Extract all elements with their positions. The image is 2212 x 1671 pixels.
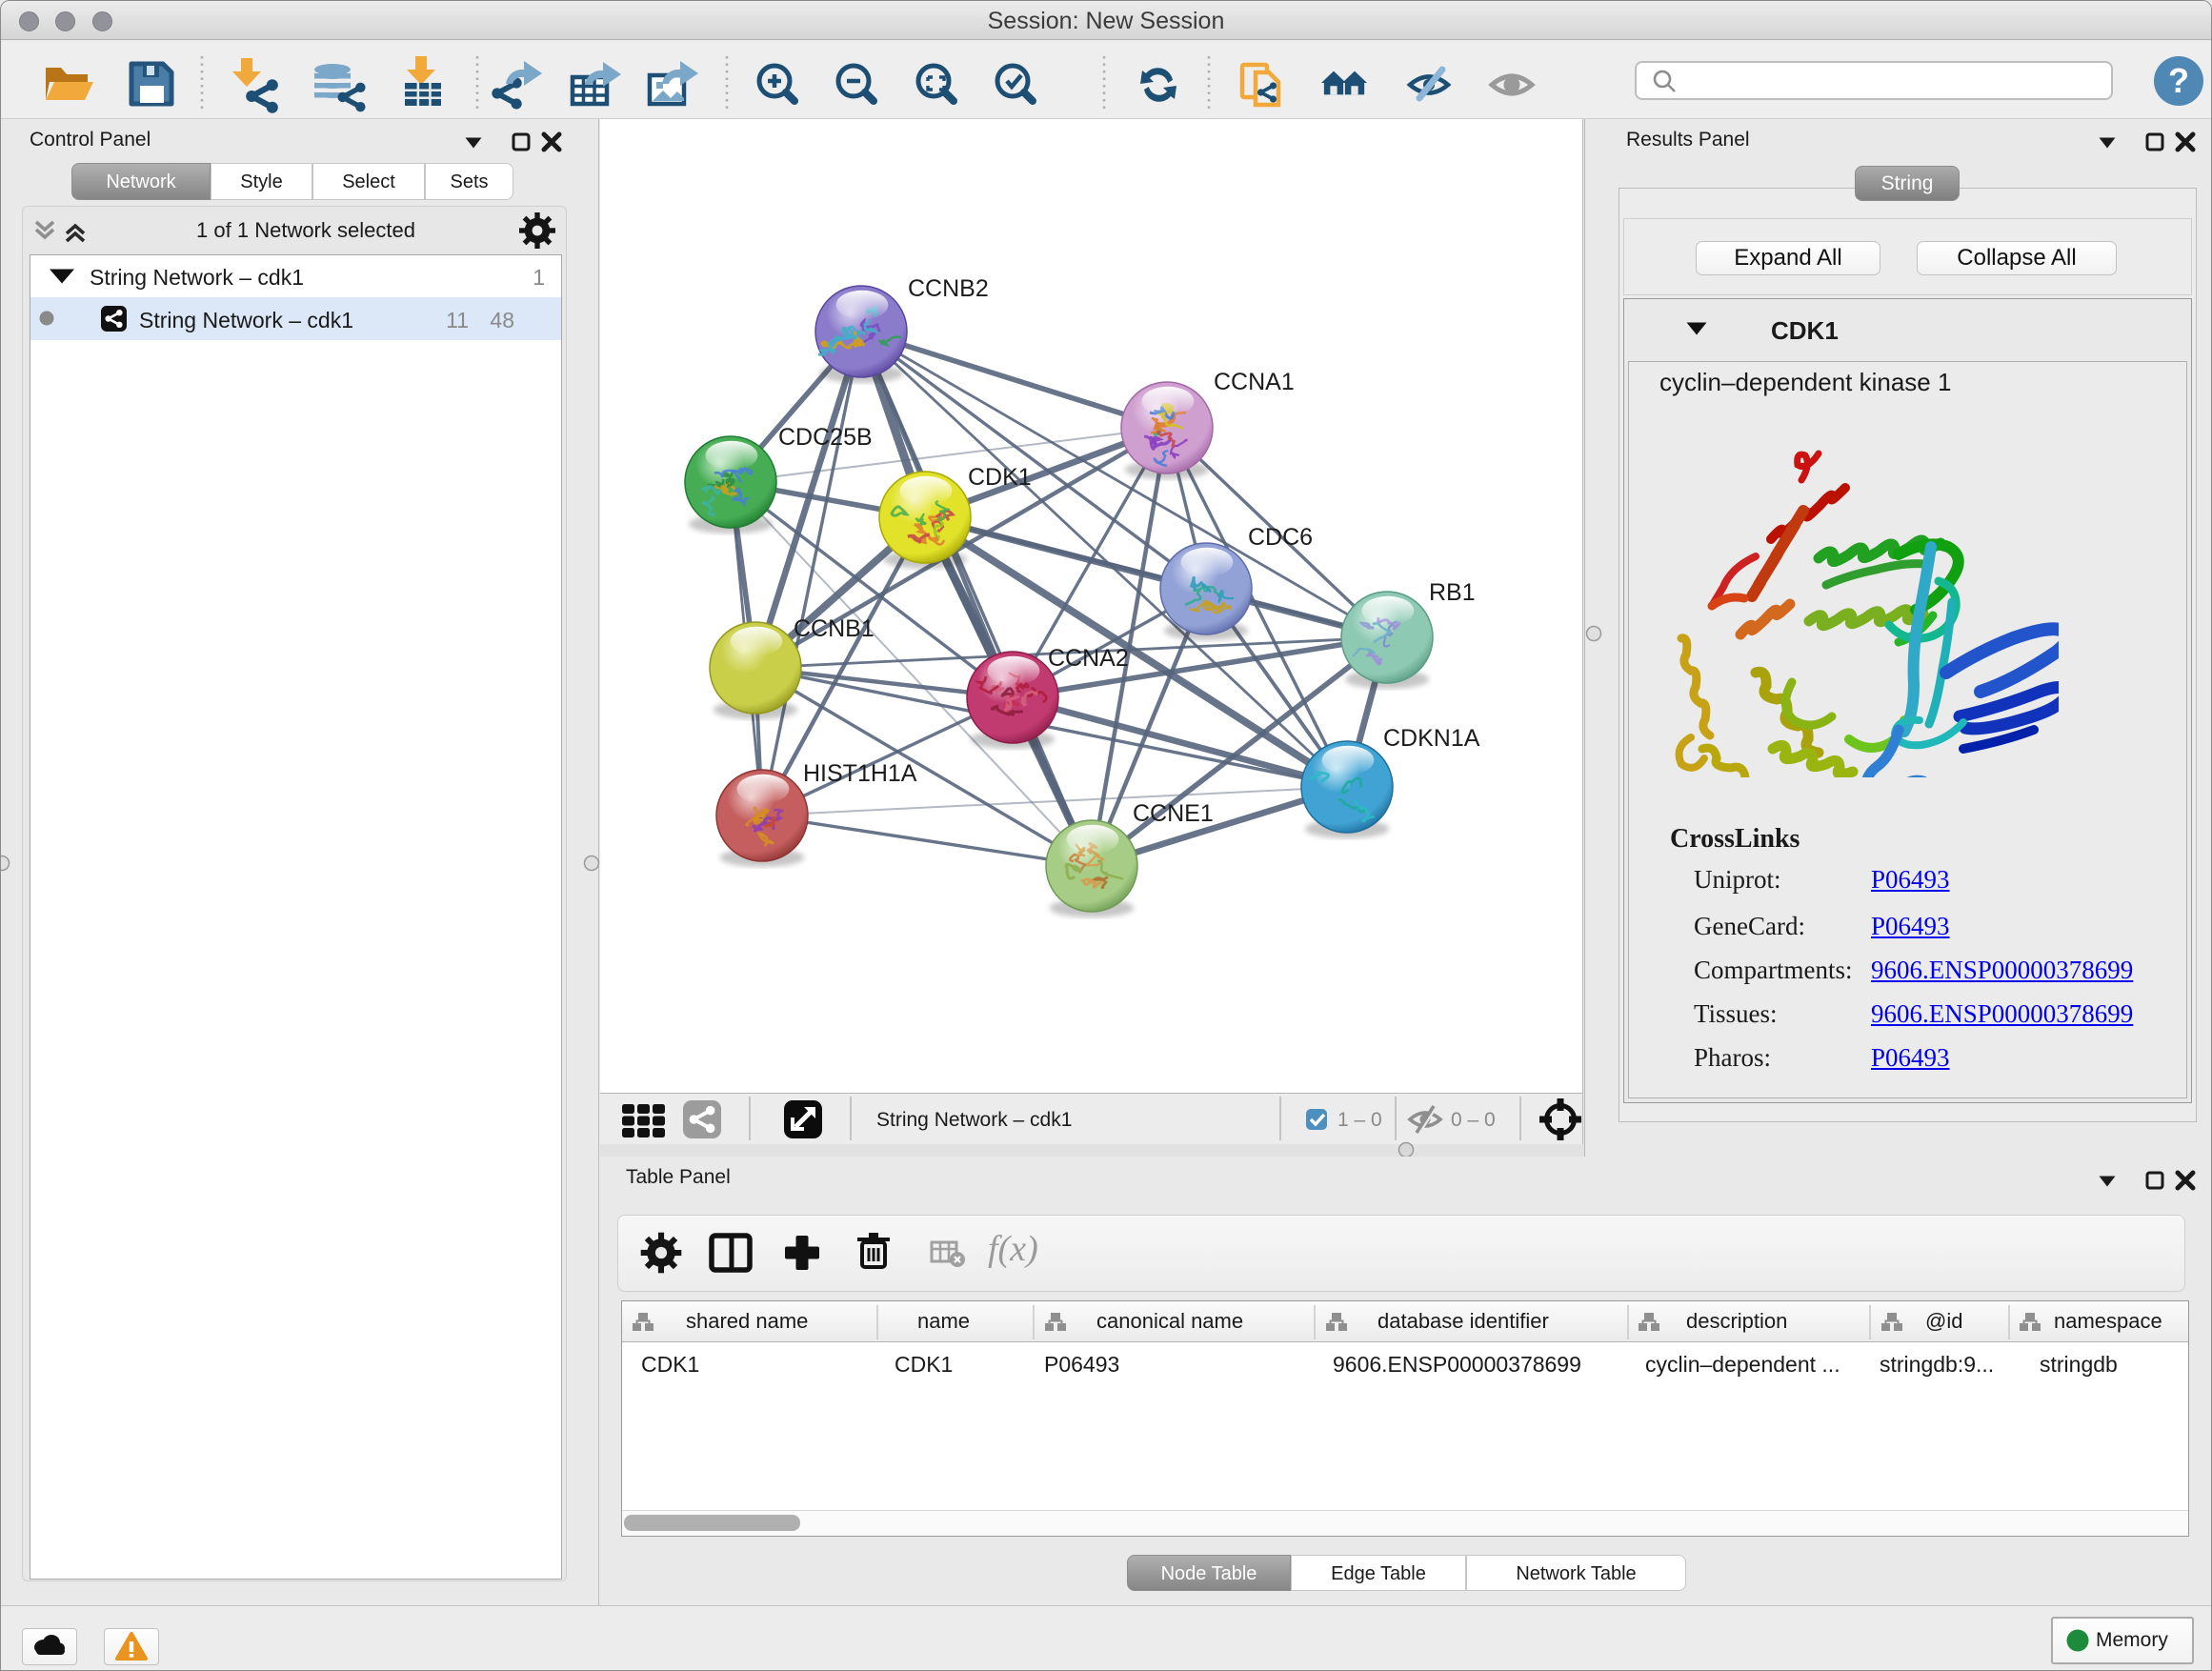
svg-text:CCNB2: CCNB2: [908, 275, 989, 302]
svg-text:CDC6: CDC6: [1248, 524, 1313, 551]
svg-text:CDC25B: CDC25B: [778, 424, 873, 451]
svg-text:CDKN1A: CDKN1A: [1383, 725, 1480, 752]
svg-text:CCNE1: CCNE1: [1133, 800, 1214, 827]
svg-text:CCNB1: CCNB1: [794, 615, 875, 642]
svg-text:CCNA2: CCNA2: [1048, 645, 1129, 672]
svg-text:CCNA1: CCNA1: [1214, 369, 1295, 395]
svg-text:?: ?: [2168, 61, 2189, 100]
svg-text:HIST1H1A: HIST1H1A: [803, 760, 917, 787]
svg-text:RB1: RB1: [1429, 579, 1476, 606]
svg-text:CDK1: CDK1: [968, 464, 1032, 491]
